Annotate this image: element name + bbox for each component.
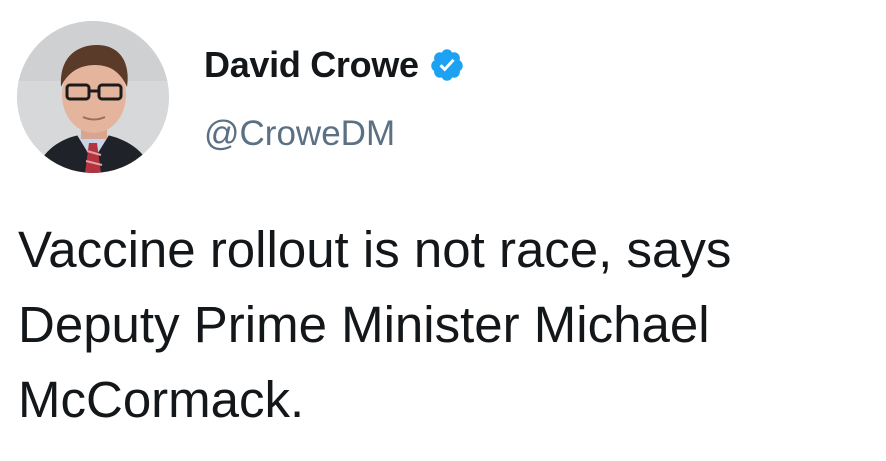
avatar-photo-icon: [17, 21, 169, 173]
tweet-text-line-3: McCormack.: [18, 371, 305, 428]
author-handle[interactable]: @CroweDM: [204, 112, 395, 156]
verified-badge-icon: [429, 47, 465, 83]
author-avatar[interactable]: [17, 21, 169, 173]
author-display-name[interactable]: David Crowe: [204, 44, 419, 86]
author-name-row: David Crowe: [204, 40, 465, 90]
tweet-text-line-1: Vaccine rollout is not race, says: [18, 221, 732, 278]
tweet-card: David Crowe @CroweDM Vaccine rollout is …: [0, 0, 886, 461]
tweet-text: Vaccine rollout is not race, says Deputy…: [18, 212, 878, 437]
tweet-text-line-2: Deputy Prime Minister Michael: [18, 296, 710, 353]
